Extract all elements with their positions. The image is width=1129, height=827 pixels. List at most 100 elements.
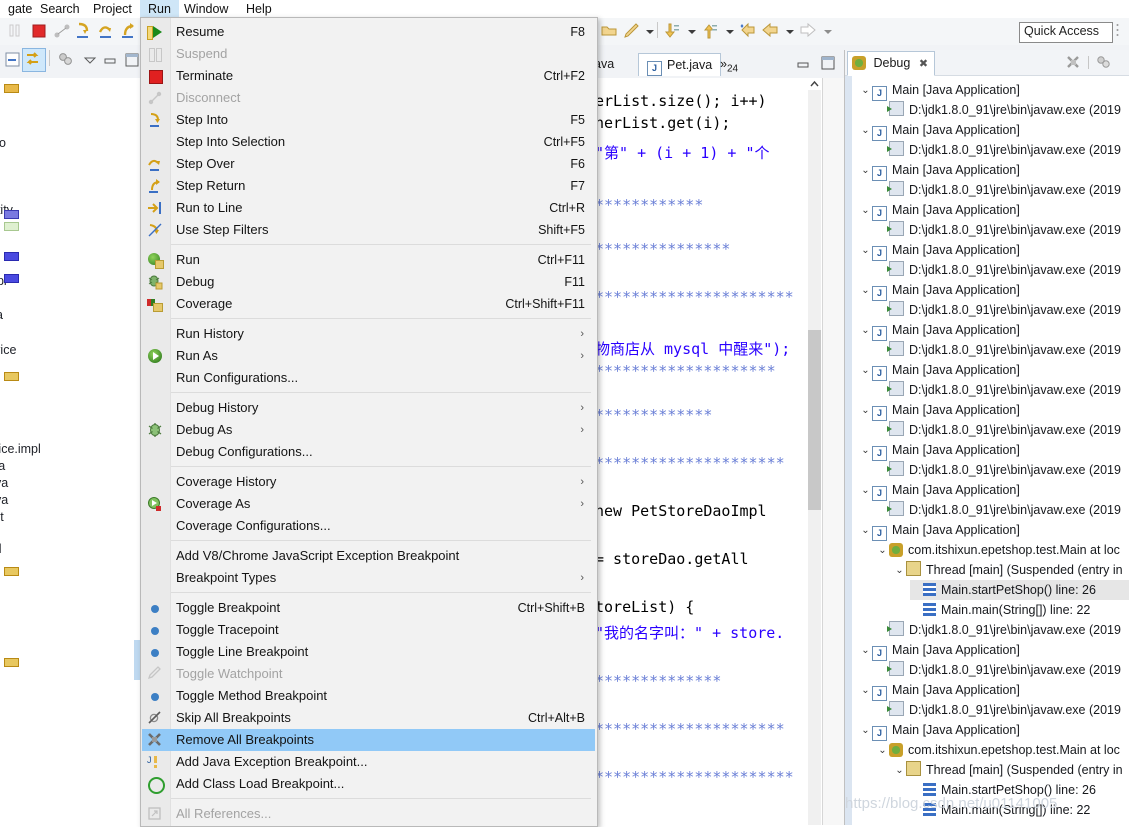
debug-tree-row[interactable]: D:\jdk1.8.0_91\jre\bin\javaw.exe (2019	[876, 260, 1129, 280]
debug-tree-row[interactable]: D:\jdk1.8.0_91\jre\bin\javaw.exe (2019	[876, 460, 1129, 480]
chevron-down-icon[interactable]: ⌄	[859, 681, 872, 701]
chevron-down-icon[interactable]	[780, 21, 800, 41]
package-explorer-item[interactable]: rvice	[0, 342, 16, 359]
debug-tree-row-selected[interactable]: Main.startPetShop() line: 26	[910, 580, 1129, 600]
debug-tree-row[interactable]: D:\jdk1.8.0_91\jre\bin\javaw.exe (2019	[876, 700, 1129, 720]
editor-tab--[interactable]: »24	[712, 53, 746, 75]
maximize-icon[interactable]	[122, 50, 142, 70]
debug-tree-row[interactable]: ⌄ J Main [Java Application]	[859, 80, 1129, 101]
editor-minimize-icon[interactable]	[795, 57, 811, 71]
step-return-toolbar-icon[interactable]	[119, 21, 139, 41]
package-explorer-item[interactable]: rvice.impl	[0, 441, 41, 458]
menu-item-resume[interactable]: Resume F8	[142, 21, 595, 43]
menu-item-coverage[interactable]: Coverage Ctrl+Shift+F11	[142, 293, 595, 315]
chevron-down-icon[interactable]: ⌄	[893, 561, 906, 581]
collapse-all-icon[interactable]	[3, 50, 23, 70]
scroll-up-arrow-icon[interactable]	[808, 78, 821, 91]
package-explorer-item[interactable]: ava	[0, 492, 8, 509]
chevron-down-icon[interactable]: ⌄	[893, 761, 906, 781]
menu-item-run-history[interactable]: Run History ›	[142, 323, 595, 345]
menu-item-step-into-selection[interactable]: Step Into Selection Ctrl+F5	[142, 131, 595, 153]
debug-tree-row[interactable]: D:\jdk1.8.0_91\jre\bin\javaw.exe (2019	[876, 140, 1129, 160]
link-with-editor-toggle[interactable]	[22, 48, 46, 72]
menu-item-remove-all-breakpoints[interactable]: Remove All Breakpoints	[142, 729, 595, 751]
chevron-down-icon[interactable]: ⌄	[876, 741, 889, 761]
package-explorer-item[interactable]: il	[0, 541, 2, 558]
menubar-item-help[interactable]: Help	[238, 0, 280, 18]
chevron-down-icon[interactable]: ⌄	[859, 441, 872, 461]
chevron-down-icon[interactable]	[818, 21, 838, 41]
menu-item-step-into[interactable]: Step Into F5	[142, 109, 595, 131]
next-annotation-icon[interactable]	[662, 21, 682, 41]
previous-annotation-icon[interactable]	[700, 21, 720, 41]
debug-tree-row[interactable]: ⌄ J Main [Java Application]	[859, 520, 1129, 541]
debug-tree-row[interactable]: ⌄ J Main [Java Application]	[859, 480, 1129, 501]
chevron-down-icon[interactable]	[80, 50, 100, 70]
debug-tree-row[interactable]: D:\jdk1.8.0_91\jre\bin\javaw.exe (2019	[876, 500, 1129, 520]
debug-tree-row[interactable]: D:\jdk1.8.0_91\jre\bin\javaw.exe (2019	[876, 620, 1129, 640]
package-explorer-item[interactable]: a	[0, 307, 3, 324]
debug-tree-row[interactable]: ⌄ J Main [Java Application]	[859, 120, 1129, 141]
menu-item-step-over[interactable]: Step Over F6	[142, 153, 595, 175]
debug-tree-row[interactable]: D:\jdk1.8.0_91\jre\bin\javaw.exe (2019	[876, 380, 1129, 400]
debug-tree-row[interactable]: ⌄ J Main [Java Application]	[859, 280, 1129, 301]
menu-item-add-class-load-breakpoint[interactable]: Add Class Load Breakpoint...	[142, 773, 595, 795]
package-explorer-item[interactable]: ao	[0, 135, 6, 152]
back-icon[interactable]	[760, 21, 780, 41]
debug-tree-row[interactable]: ⌄ J Main [Java Application]	[859, 200, 1129, 221]
chevron-down-icon[interactable]: ⌄	[859, 521, 872, 541]
menu-item-toggle-method-breakpoint[interactable]: Toggle Method Breakpoint	[142, 685, 595, 707]
debug-tree-row[interactable]: ⌄ com.itshixun.epetshop.test.Main at loc	[876, 740, 1129, 760]
menu-item-toggle-tracepoint[interactable]: Toggle Tracepoint	[142, 619, 595, 641]
debug-tree-row[interactable]: ⌄ J Main [Java Application]	[859, 400, 1129, 421]
debug-tree-row[interactable]: D:\jdk1.8.0_91\jre\bin\javaw.exe (2019	[876, 340, 1129, 360]
editor-vertical-scrollbar[interactable]	[808, 90, 821, 825]
chevron-down-icon[interactable]: ⌄	[859, 161, 872, 181]
menu-item-debug-history[interactable]: Debug History ›	[142, 397, 595, 419]
step-over-toolbar-icon[interactable]	[96, 21, 116, 41]
debug-tree-row[interactable]: Main.main(String[]) line: 22	[910, 600, 1129, 620]
remove-all-terminated-icon[interactable]	[1065, 54, 1083, 72]
debug-tree-row[interactable]: ⌄ J Main [Java Application]	[859, 720, 1129, 741]
package-explorer-item[interactable]: va	[0, 458, 5, 475]
chevron-down-icon[interactable]: ⌄	[859, 641, 872, 661]
debug-tree-row[interactable]: ⌄ J Main [Java Application]	[859, 440, 1129, 461]
menubar-item-project[interactable]: Project	[85, 0, 140, 18]
menu-item-debug-as[interactable]: Debug As ›	[142, 419, 595, 441]
chevron-down-icon[interactable]: ⌄	[859, 321, 872, 341]
minimize-icon[interactable]	[100, 50, 120, 70]
chevron-down-icon[interactable]: ⌄	[859, 241, 872, 261]
menu-item-step-return[interactable]: Step Return F7	[142, 175, 595, 197]
suspend-toolbar-icon[interactable]	[6, 21, 26, 41]
menubar-item-search[interactable]: Search	[32, 0, 88, 18]
menu-item-add-v8-chrome-javascript-exception-breakpoint[interactable]: Add V8/Chrome JavaScript Exception Break…	[142, 545, 595, 567]
close-icon[interactable]: ✖	[919, 58, 928, 70]
debug-view-tab[interactable]: Debug ✖	[847, 51, 936, 76]
chevron-down-icon[interactable]: ⌄	[876, 541, 889, 561]
chevron-down-icon[interactable]: ⌄	[859, 121, 872, 141]
view-menu-icon[interactable]	[1095, 54, 1113, 72]
filters-icon[interactable]	[56, 50, 76, 70]
editor-tab-pet-java[interactable]: J Pet.java	[638, 53, 722, 76]
menu-item-add-java-exception-breakpoint[interactable]: J Add Java Exception Breakpoint...	[142, 751, 595, 773]
menu-item-run-as[interactable]: Run As ›	[142, 345, 595, 367]
terminate-toolbar-icon[interactable]	[29, 21, 49, 41]
pencil-marker-icon[interactable]	[622, 21, 642, 41]
menu-item-run-configurations[interactable]: Run Configurations...	[142, 367, 595, 389]
debug-tree-row[interactable]: ⌄ Thread [main] (Suspended (entry in	[893, 760, 1129, 780]
package-explorer-pane[interactable]: 1.8]aontitynplarvicervice.implvaavaavast…	[0, 78, 143, 825]
debug-view[interactable]: Debug ✖ ⌄ J Main [Java Application] D:\jdk1…	[844, 50, 1129, 825]
menubar-item-run[interactable]: Run	[140, 0, 179, 18]
debug-tree-row[interactable]: D:\jdk1.8.0_91\jre\bin\javaw.exe (2019	[876, 220, 1129, 240]
last-edit-location-icon[interactable]	[738, 21, 758, 41]
menu-item-run-to-line[interactable]: Run to Line Ctrl+R	[142, 197, 595, 219]
chevron-down-icon[interactable]: ⌄	[859, 721, 872, 741]
chevron-down-icon[interactable]	[682, 21, 702, 41]
menu-item-breakpoint-types[interactable]: Breakpoint Types ›	[142, 567, 595, 589]
forward-icon[interactable]	[798, 21, 818, 41]
step-into-toolbar-icon[interactable]	[73, 21, 93, 41]
editor-overview-ruler[interactable]	[822, 78, 844, 825]
menu-item-toggle-breakpoint[interactable]: Toggle Breakpoint Ctrl+Shift+B	[142, 597, 595, 619]
debug-tree-row[interactable]: D:\jdk1.8.0_91\jre\bin\javaw.exe (2019	[876, 300, 1129, 320]
debug-tree-row[interactable]: D:\jdk1.8.0_91\jre\bin\javaw.exe (2019	[876, 660, 1129, 680]
